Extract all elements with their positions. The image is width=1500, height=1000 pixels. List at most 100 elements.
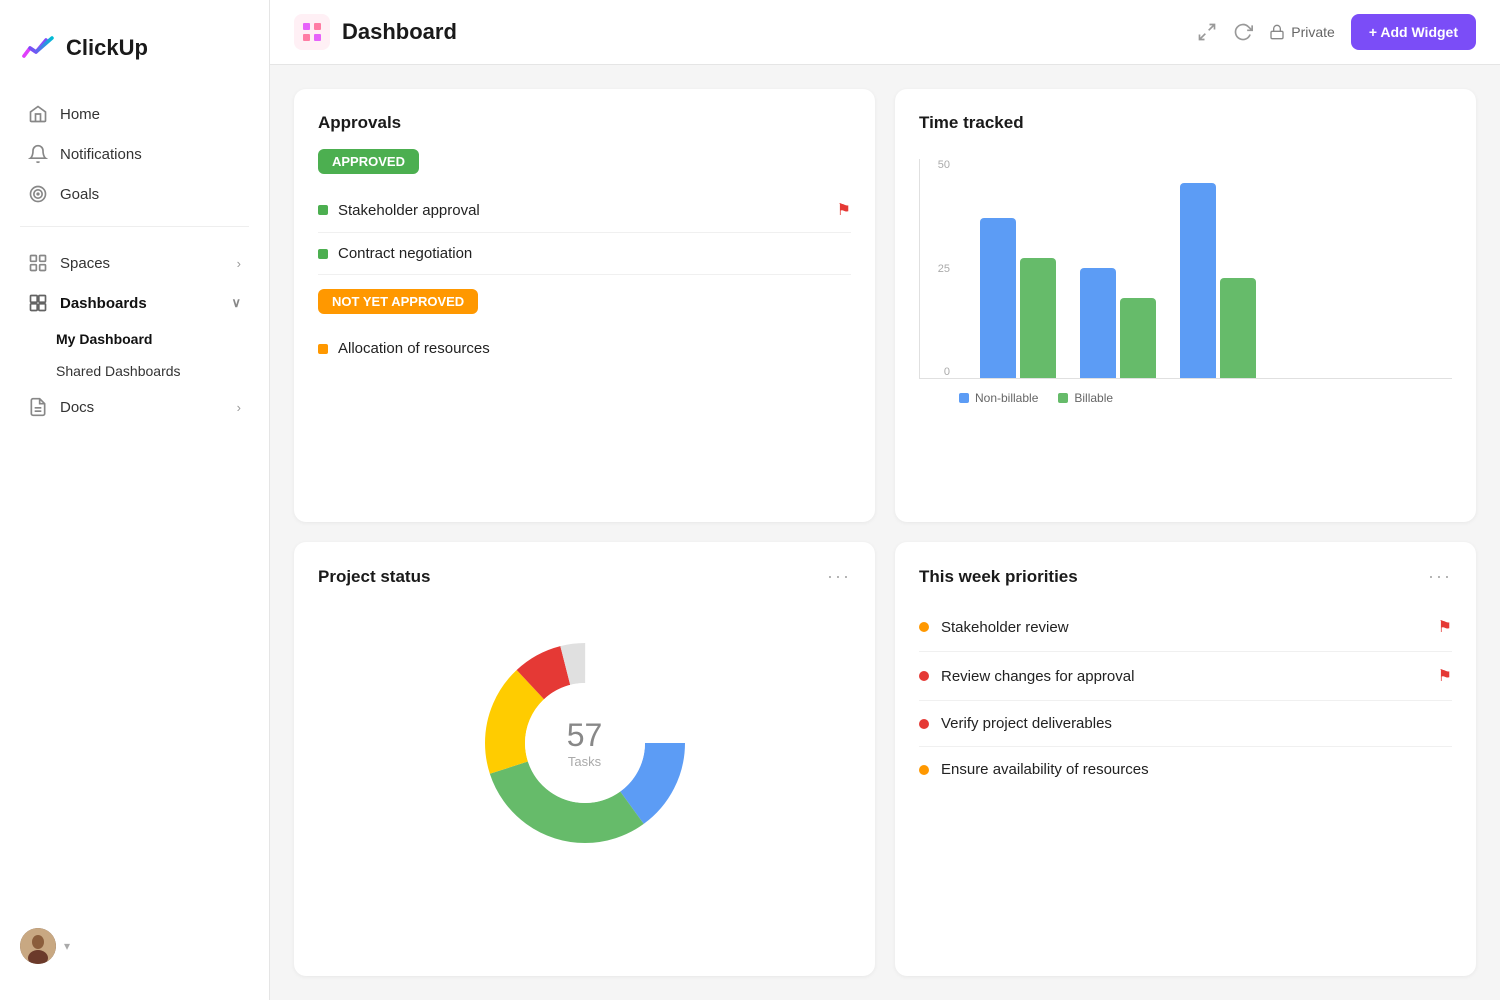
- y-label-0: 0: [920, 366, 950, 378]
- priority-dot-2: [919, 719, 929, 729]
- header-actions: Private + Add Widget: [1197, 14, 1476, 50]
- approval-text-allocation: Allocation of resources: [338, 340, 851, 357]
- grid-icon: [300, 20, 324, 44]
- spaces-chevron: ›: [237, 256, 241, 271]
- priority-text-3: Ensure availability of resources: [941, 761, 1452, 778]
- approval-item-contract[interactable]: Contract negotiation: [318, 233, 851, 275]
- refresh-button[interactable]: [1233, 22, 1253, 42]
- nav-item-docs[interactable]: Docs ›: [8, 387, 261, 427]
- nav-notifications-label: Notifications: [60, 146, 142, 163]
- dashboards-chevron: ∨: [231, 295, 241, 311]
- avatar: [20, 928, 56, 964]
- priorities-more-btn[interactable]: ···: [1428, 566, 1452, 587]
- add-widget-button[interactable]: + Add Widget: [1351, 14, 1476, 50]
- bar-group-1: [1080, 268, 1156, 378]
- approved-badge: APPROVED: [318, 149, 419, 174]
- dashboards-label: Dashboards: [60, 295, 147, 312]
- legend-item-billable: Billable: [1058, 391, 1113, 405]
- legend-label-nonbillable: Non-billable: [975, 391, 1038, 405]
- user-avatar-svg: [20, 928, 56, 964]
- expand-icon: [1197, 22, 1217, 42]
- priority-item-3[interactable]: Ensure availability of resources: [919, 747, 1452, 792]
- priorities-header: This week priorities ···: [919, 566, 1452, 587]
- clickup-logo-icon: [20, 30, 56, 66]
- y-label-25: 25: [920, 263, 950, 275]
- legend-item-nonbillable: Non-billable: [959, 391, 1038, 405]
- refresh-icon: [1233, 22, 1253, 42]
- nav-item-spaces[interactable]: Spaces ›: [8, 243, 261, 283]
- sidebar: ClickUp Home Notifications Goals: [0, 0, 270, 1000]
- logo-area: ClickUp: [0, 20, 269, 90]
- bar-green-2: [1220, 278, 1256, 378]
- header: Dashboard: [270, 0, 1500, 65]
- nav-item-goals[interactable]: Goals: [8, 174, 261, 214]
- nav-section-spaces: Spaces › Dashboards ∨ My Dashboard Share…: [0, 243, 269, 427]
- main-area: Dashboard: [270, 0, 1500, 1000]
- priority-flag-1: ⚑: [1438, 666, 1452, 686]
- nav-item-dashboards[interactable]: Dashboards ∨: [8, 283, 261, 323]
- project-status-more-btn[interactable]: ···: [827, 566, 851, 587]
- logo-text: ClickUp: [66, 35, 148, 61]
- bar-groups: [960, 159, 1276, 378]
- y-label-50: 50: [920, 159, 950, 171]
- docs-icon: [28, 397, 48, 417]
- donut-center: 57 Tasks: [567, 717, 603, 769]
- lock-icon: [1269, 24, 1285, 40]
- approval-item-stakeholder[interactable]: Stakeholder approval ⚑: [318, 188, 851, 233]
- priority-text-1: Review changes for approval: [941, 668, 1426, 685]
- expand-button[interactable]: [1197, 22, 1217, 42]
- chart-legend: Non-billable Billable: [919, 391, 1452, 405]
- priorities-title: This week priorities: [919, 567, 1078, 587]
- dashboards-icon: [28, 293, 48, 313]
- bell-icon: [28, 144, 48, 164]
- priorities-list: Stakeholder review⚑Review changes for ap…: [919, 603, 1452, 792]
- bar-green-1: [1120, 298, 1156, 378]
- nav-goals-label: Goals: [60, 186, 99, 203]
- home-icon: [28, 104, 48, 124]
- user-area[interactable]: ▾: [0, 912, 269, 980]
- approval-text-stakeholder: Stakeholder approval: [338, 202, 827, 219]
- chart-area: 50 25 0 Non-billable Billable: [919, 149, 1452, 429]
- approvals-title: Approvals: [318, 113, 851, 133]
- sub-item-my-dashboard[interactable]: My Dashboard: [8, 323, 261, 355]
- spaces-label: Spaces: [60, 255, 110, 272]
- bar-chart: 50 25 0: [919, 159, 1452, 379]
- project-status-header: Project status ···: [318, 566, 851, 587]
- legend-dot-nonbillable: [959, 393, 969, 403]
- project-status-title: Project status: [318, 567, 430, 587]
- bar-blue-2: [1180, 183, 1216, 378]
- priority-item-0[interactable]: Stakeholder review⚑: [919, 603, 1452, 652]
- nav-home-label: Home: [60, 106, 100, 123]
- priority-item-1[interactable]: Review changes for approval ⚑: [919, 652, 1452, 701]
- not-approved-badge: NOT YET APPROVED: [318, 289, 478, 314]
- bar-blue-0: [980, 218, 1016, 378]
- private-button[interactable]: Private: [1269, 24, 1335, 40]
- nav-section-main: Home Notifications Goals: [0, 94, 269, 214]
- priority-text-0: Stakeholder review: [941, 619, 1426, 636]
- avatar-image: [20, 928, 56, 964]
- my-dashboard-label: My Dashboard: [56, 331, 152, 347]
- dashboard-grid: Approvals APPROVED Stakeholder approval …: [270, 65, 1500, 1000]
- nav-item-notifications[interactable]: Notifications: [8, 134, 261, 174]
- bar-group-0: [980, 218, 1056, 378]
- priority-item-2[interactable]: Verify project deliverables: [919, 701, 1452, 747]
- donut-number: 57: [567, 717, 603, 754]
- goals-icon: [28, 184, 48, 204]
- header-title: Dashboard: [342, 19, 457, 45]
- dashboard-header-icon: [294, 14, 330, 50]
- donut-wrapper: 57 Tasks: [475, 633, 695, 853]
- divider-1: [20, 226, 249, 227]
- bar-green-0: [1020, 258, 1056, 378]
- sub-item-shared-dashboards[interactable]: Shared Dashboards: [8, 355, 261, 387]
- shared-dashboards-label: Shared Dashboards: [56, 363, 181, 379]
- approval-item-allocation[interactable]: Allocation of resources: [318, 328, 851, 369]
- bar-blue-1: [1080, 268, 1116, 378]
- priority-dot-3: [919, 765, 929, 775]
- priority-dot-1: [919, 671, 929, 681]
- approvals-card: Approvals APPROVED Stakeholder approval …: [294, 89, 875, 522]
- priority-dot-0: [919, 622, 929, 632]
- flag-icon-stakeholder: ⚑: [837, 200, 851, 220]
- nav-item-home[interactable]: Home: [8, 94, 261, 134]
- approval-dot-orange: [318, 344, 328, 354]
- time-tracked-card: Time tracked 50 25 0 Non-billable: [895, 89, 1476, 522]
